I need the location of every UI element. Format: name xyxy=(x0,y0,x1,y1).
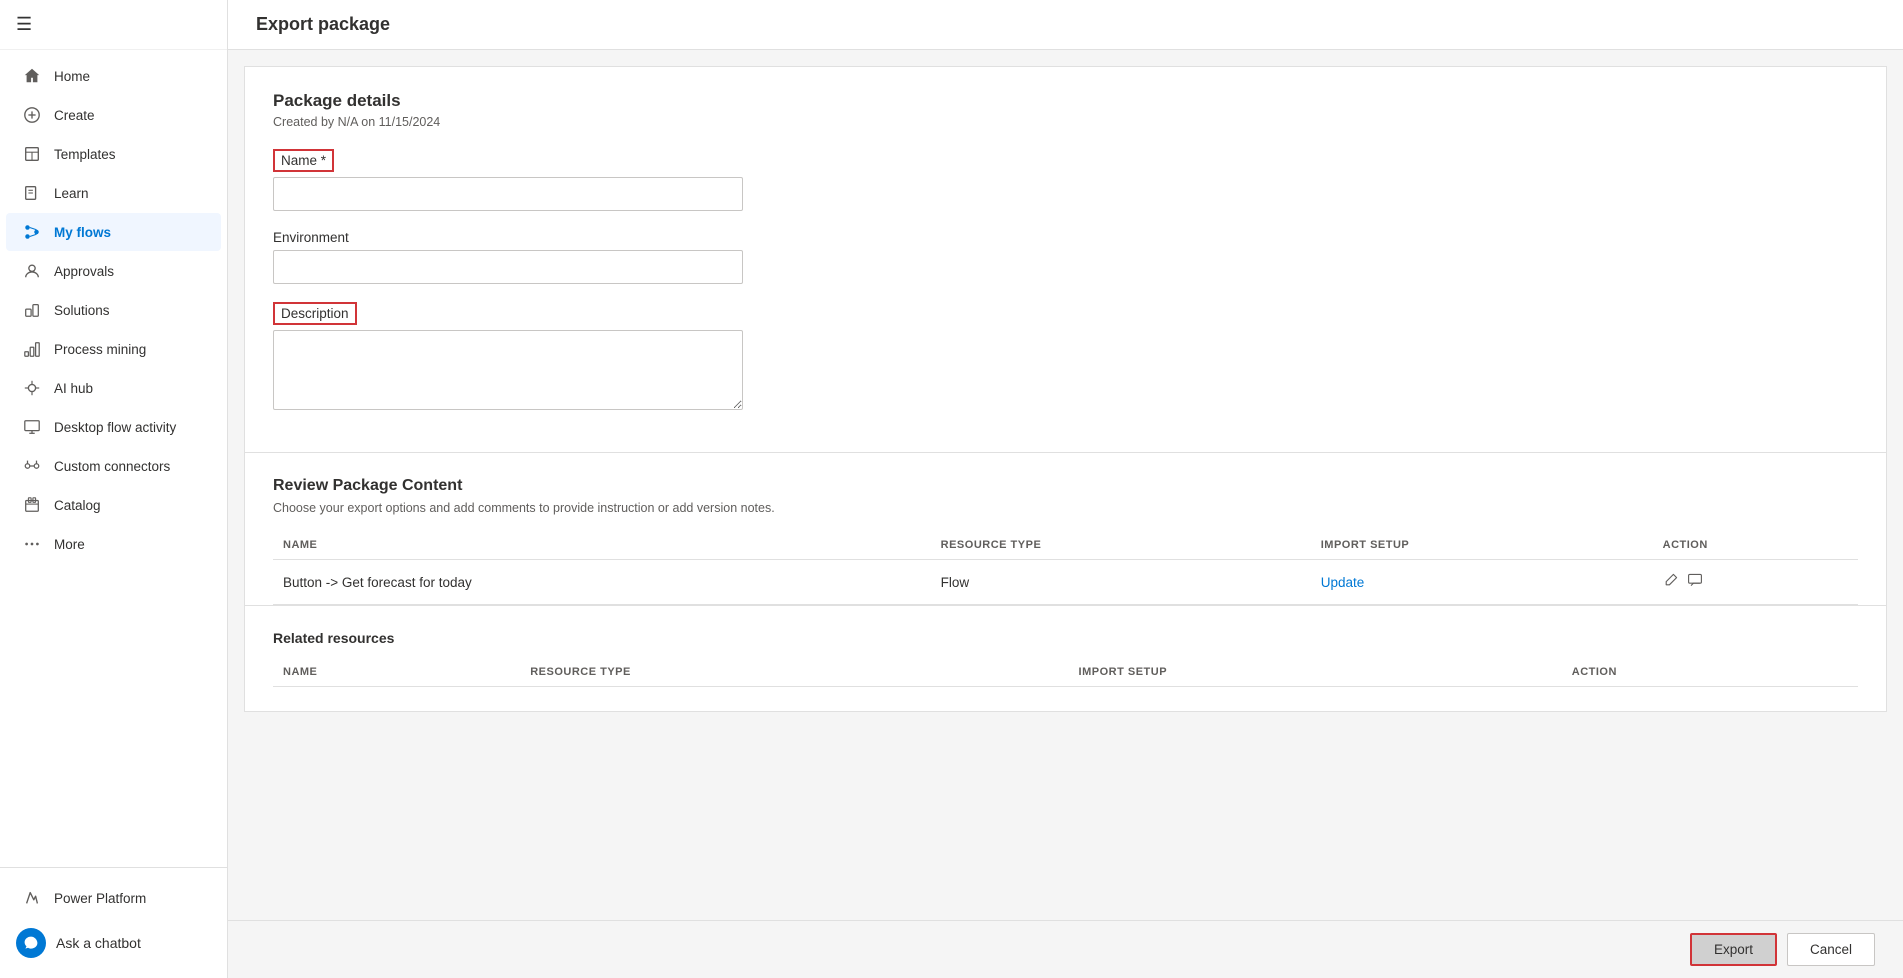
description-textarea[interactable] xyxy=(273,330,743,410)
package-details-subtitle: Created by N/A on 11/15/2024 xyxy=(273,115,1858,129)
col-resource-type-header: RESOURCE TYPE xyxy=(931,531,1311,560)
export-button[interactable]: Export xyxy=(1690,933,1777,966)
package-details-card: Package details Created by N/A on 11/15/… xyxy=(244,66,1887,453)
description-field-group: Description xyxy=(273,302,1858,410)
solutions-icon xyxy=(22,301,42,319)
sidebar-item-custom-connectors[interactable]: Custom connectors xyxy=(6,447,221,485)
sidebar-item-process-mining[interactable]: Process mining xyxy=(6,330,221,368)
templates-icon xyxy=(22,145,42,163)
my-flows-icon xyxy=(22,223,42,241)
update-link[interactable]: Update xyxy=(1321,575,1365,590)
sidebar-item-my-flows[interactable]: My flows xyxy=(6,213,221,251)
more-icon xyxy=(22,535,42,553)
sidebar-item-home-label: Home xyxy=(54,69,90,84)
related-resources-section: Related resources NAME RESOURCE TYPE IMP… xyxy=(244,606,1887,712)
sidebar-item-catalog[interactable]: Catalog xyxy=(6,486,221,524)
sidebar-item-more[interactable]: More xyxy=(6,525,221,563)
name-field-group: Name * xyxy=(273,149,1858,211)
chatbot-icon xyxy=(16,928,46,958)
sidebar-item-custom-connectors-label: Custom connectors xyxy=(54,459,170,474)
create-icon xyxy=(22,106,42,124)
sidebar-hamburger[interactable]: ☰ xyxy=(0,0,227,50)
sidebar-item-approvals-label: Approvals xyxy=(54,264,114,279)
power-platform-icon xyxy=(22,889,42,907)
learn-icon xyxy=(22,184,42,202)
sidebar-item-my-flows-label: My flows xyxy=(54,225,111,240)
related-col-action-header: ACTION xyxy=(1562,658,1858,687)
cancel-button[interactable]: Cancel xyxy=(1787,933,1875,966)
page-title-bar: Export package xyxy=(228,0,1903,50)
process-mining-icon xyxy=(22,340,42,358)
review-package-table: NAME RESOURCE TYPE IMPORT SETUP ACTION B… xyxy=(273,531,1858,605)
sidebar-item-solutions-label: Solutions xyxy=(54,303,110,318)
package-details-title: Package details xyxy=(273,91,1858,111)
sidebar-item-ai-hub[interactable]: AI hub xyxy=(6,369,221,407)
col-name-header: NAME xyxy=(273,531,931,560)
sidebar-item-desktop-flow-activity[interactable]: Desktop flow activity xyxy=(6,408,221,446)
sidebar-item-templates-label: Templates xyxy=(54,147,116,162)
row-import-setup: Update xyxy=(1311,560,1653,605)
related-resources-table: NAME RESOURCE TYPE IMPORT SETUP ACTION xyxy=(273,658,1858,687)
content-area: Package details Created by N/A on 11/15/… xyxy=(228,66,1903,782)
review-package-title: Review Package Content xyxy=(273,477,1858,495)
sidebar-item-ai-hub-label: AI hub xyxy=(54,381,93,396)
sidebar-item-create[interactable]: Create xyxy=(6,96,221,134)
edit-icon[interactable] xyxy=(1663,572,1679,592)
name-input[interactable] xyxy=(273,177,743,211)
review-table-header-row: NAME RESOURCE TYPE IMPORT SETUP ACTION xyxy=(273,531,1858,560)
ask-chatbot-button[interactable]: Ask a chatbot xyxy=(0,918,227,968)
related-table-header-row: NAME RESOURCE TYPE IMPORT SETUP ACTION xyxy=(273,658,1858,687)
name-label: Name * xyxy=(273,149,334,172)
row-resource-type: Flow xyxy=(931,560,1311,605)
sidebar-item-catalog-label: Catalog xyxy=(54,498,101,513)
sidebar-item-desktop-flow-activity-label: Desktop flow activity xyxy=(54,420,176,435)
related-col-resource-type-header: RESOURCE TYPE xyxy=(520,658,1068,687)
sidebar-item-power-platform[interactable]: Power Platform xyxy=(6,879,221,917)
description-label: Description xyxy=(273,302,357,325)
environment-input[interactable] xyxy=(273,250,743,284)
row-action xyxy=(1653,560,1858,605)
col-action-header: ACTION xyxy=(1653,531,1858,560)
sidebar-item-home[interactable]: Home xyxy=(6,57,221,95)
sidebar-footer: Power Platform Ask a chatbot xyxy=(0,867,227,978)
sidebar-item-approvals[interactable]: Approvals xyxy=(6,252,221,290)
row-name: Button -> Get forecast for today xyxy=(273,560,931,605)
home-icon xyxy=(22,67,42,85)
table-row: Button -> Get forecast for today Flow Up… xyxy=(273,560,1858,605)
hamburger-icon: ☰ xyxy=(16,14,32,35)
main-content: Export package Package details Created b… xyxy=(228,0,1903,978)
related-col-name-header: NAME xyxy=(273,658,520,687)
custom-connectors-icon xyxy=(22,457,42,475)
action-icons xyxy=(1663,572,1848,592)
ai-hub-icon xyxy=(22,379,42,397)
sidebar-item-solutions[interactable]: Solutions xyxy=(6,291,221,329)
sidebar-item-more-label: More xyxy=(54,537,85,552)
page-title: Export package xyxy=(256,14,1875,35)
sidebar-item-process-mining-label: Process mining xyxy=(54,342,146,357)
approvals-icon xyxy=(22,262,42,280)
sidebar-item-power-platform-label: Power Platform xyxy=(54,891,146,906)
environment-label: Environment xyxy=(273,230,349,245)
sidebar-item-templates[interactable]: Templates xyxy=(6,135,221,173)
review-package-card: Review Package Content Choose your expor… xyxy=(244,453,1887,606)
sidebar: ☰ Home Create Templates Learn xyxy=(0,0,228,978)
desktop-flow-activity-icon xyxy=(22,418,42,436)
ask-chatbot-label: Ask a chatbot xyxy=(56,935,141,951)
col-import-setup-header: IMPORT SETUP xyxy=(1311,531,1653,560)
comment-icon[interactable] xyxy=(1687,572,1703,592)
related-resources-title: Related resources xyxy=(273,630,1858,646)
related-col-import-setup-header: IMPORT SETUP xyxy=(1069,658,1562,687)
sidebar-item-learn-label: Learn xyxy=(54,186,89,201)
footer-bar: Export Cancel xyxy=(228,920,1903,978)
sidebar-nav: Home Create Templates Learn My flows xyxy=(0,50,227,867)
environment-field-group: Environment xyxy=(273,229,1858,284)
sidebar-item-learn[interactable]: Learn xyxy=(6,174,221,212)
catalog-icon xyxy=(22,496,42,514)
sidebar-item-create-label: Create xyxy=(54,108,95,123)
review-package-subtitle: Choose your export options and add comme… xyxy=(273,501,1858,515)
